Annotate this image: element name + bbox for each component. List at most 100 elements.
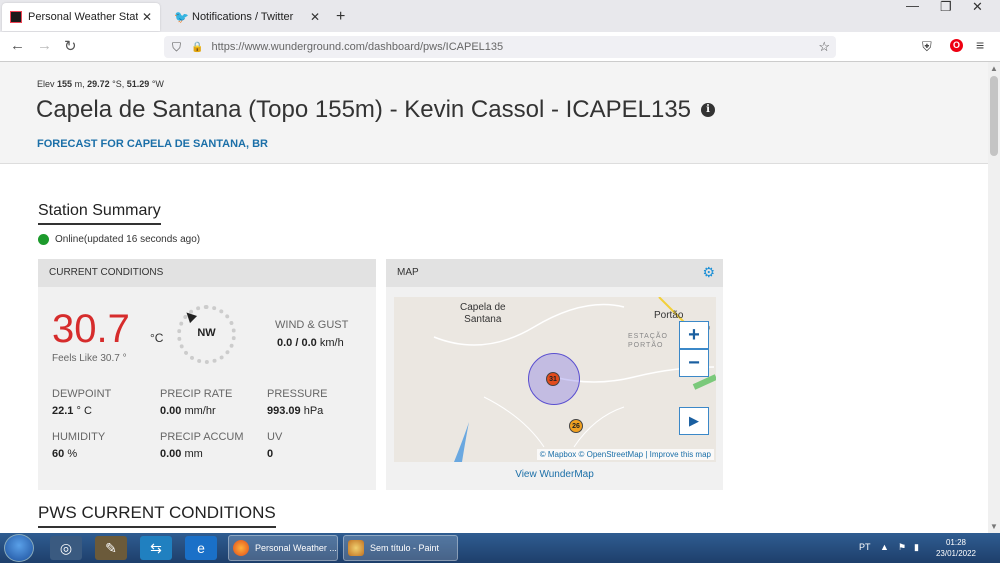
lon-value: 51.29 — [126, 79, 150, 89]
lock-icon[interactable]: 🔒 — [191, 42, 203, 53]
zoom-in-button[interactable]: + — [679, 321, 709, 349]
temperature-value: 30.7 — [52, 307, 130, 351]
humidity-value: 60 % — [52, 448, 77, 460]
wind-gust-label: WIND & GUST — [275, 319, 349, 331]
tray-signal-icon[interactable]: ▮ — [914, 542, 919, 553]
feels-like: Feels Like 30.7 ° — [52, 353, 127, 364]
reload-icon[interactable]: ↻ — [64, 37, 77, 55]
firefox-icon — [233, 540, 249, 556]
nearby-temp-marker[interactable]: 26 — [569, 419, 583, 433]
taskbar-pen-icon[interactable]: ✎ — [95, 536, 127, 560]
wind-compass: NW — [177, 305, 236, 364]
map-area-label: ESTAÇÃO PORTÃO — [628, 333, 668, 349]
dewpoint-value: 22.1 ° C — [52, 405, 92, 417]
taskbar-app-icon[interactable]: ◎ — [50, 536, 82, 560]
twitter-bird-icon: 🐦 — [174, 10, 189, 24]
uv-value: 0 — [267, 448, 273, 460]
precip-accum-unit: mm — [184, 448, 203, 460]
taskbar-teamviewer-icon[interactable]: ⇆ — [140, 536, 172, 560]
pressure-number: 993.09 — [267, 405, 301, 417]
dewpoint-unit: ° C — [76, 405, 92, 417]
tab-label: Personal Weather Station Dashb — [28, 11, 138, 23]
pocket-icon[interactable]: ⛨ — [922, 39, 932, 55]
online-status-dot-icon — [38, 234, 49, 245]
lon-unit: °W — [151, 79, 164, 89]
precip-rate-number: 0.00 — [160, 405, 182, 417]
compass-needle-icon — [182, 308, 198, 324]
map-attribution[interactable]: © Mapbox © OpenStreetMap | Improve this … — [536, 449, 714, 460]
uv-number: 0 — [267, 448, 274, 460]
clock-date: 23/01/2022 — [935, 549, 977, 558]
tab-twitter[interactable]: 🐦 Notifications / Twitter ✕ — [166, 3, 328, 31]
tab-close-icon[interactable]: ✕ — [142, 10, 152, 24]
close-window-button[interactable]: ✕ — [972, 0, 983, 15]
humidity-number: 60 — [52, 448, 65, 460]
bookmark-star-icon[interactable]: ☆ — [818, 39, 830, 55]
page-scrollbar[interactable]: ▲ ▼ — [988, 62, 1000, 533]
tab-weather-station[interactable]: Personal Weather Station Dashb ✕ — [2, 3, 160, 31]
scroll-down-icon[interactable]: ▼ — [990, 522, 998, 531]
wunderground-favicon-icon — [10, 11, 22, 23]
precip-accum-label: PRECIP ACCUM — [160, 431, 244, 443]
station-title: Capela de Santana (Topo 155m) - Kevin Ca… — [36, 96, 716, 124]
url-text[interactable]: https://www.wunderground.com/dashboard/p… — [211, 41, 503, 53]
view-wundermap-link[interactable]: View WunderMap — [386, 469, 723, 480]
precip-rate-value: 0.00 mm/hr — [160, 405, 216, 417]
back-arrow-icon[interactable]: ← — [10, 37, 25, 54]
browser-nav-bar: ← → ↻ ⛉ 🔒 https://www.wunderground.com/d… — [0, 32, 1000, 62]
dewpoint-label: DEWPOINT — [52, 388, 112, 400]
taskbar-paint-task[interactable]: Sem título - Paint — [343, 535, 458, 561]
precip-accum-number: 0.00 — [160, 448, 182, 460]
humidity-label: HUMIDITY — [52, 431, 106, 443]
gear-icon[interactable]: ⚙ — [702, 264, 715, 281]
play-animation-button[interactable]: ▶ — [679, 407, 709, 435]
taskbar-firefox-task[interactable]: Personal Weather ... — [228, 535, 338, 561]
new-tab-button[interactable]: + — [336, 8, 345, 26]
pressure-label: PRESSURE — [267, 388, 328, 400]
minimize-button[interactable]: — — [906, 0, 919, 13]
menu-hamburger-icon[interactable]: ≡ — [976, 37, 984, 53]
language-indicator[interactable]: PT — [859, 542, 871, 552]
wundermap-view[interactable]: Capela de Santana Portão ESTAÇÃO PORTÃO … — [394, 297, 716, 462]
tab-close-icon[interactable]: ✕ — [310, 10, 320, 24]
elev-value: 155 — [57, 79, 73, 89]
address-bar[interactable]: ⛉ 🔒 https://www.wunderground.com/dashboa… — [164, 36, 836, 58]
precip-accum-value: 0.00 mm — [160, 448, 203, 460]
station-temp-marker[interactable]: 31 — [546, 372, 560, 386]
station-coordinates: Elev 155 m, 29.72 °S, 51.29 °W — [37, 79, 164, 89]
precip-rate-label: PRECIP RATE — [160, 388, 233, 400]
lat-value: 29.72 — [87, 79, 110, 89]
wind-speed: 0.0 — [277, 337, 293, 349]
dewpoint-number: 22.1 — [52, 405, 74, 417]
opera-icon[interactable]: O — [950, 39, 963, 52]
station-header: Elev 155 m, 29.72 °S, 51.29 °W Capela de… — [0, 62, 988, 164]
start-button[interactable] — [4, 534, 34, 562]
station-title-text: Capela de Santana (Topo 155m) - Kevin Ca… — [36, 96, 692, 123]
info-icon[interactable]: i — [701, 103, 716, 117]
station-summary-title: Station Summary — [38, 202, 161, 225]
scroll-up-icon[interactable]: ▲ — [990, 64, 998, 73]
wind-gust-value: 0.0 / 0.0 km/h — [277, 337, 344, 349]
taskbar-task-label: Personal Weather ... — [255, 543, 337, 553]
zoom-out-button[interactable]: − — [679, 349, 709, 377]
forward-arrow-icon[interactable]: → — [37, 37, 52, 54]
paint-icon — [348, 540, 364, 556]
map-town-capela: Capela de Santana — [460, 302, 506, 326]
taskbar-clock[interactable]: 01:28 23/01/2022 — [934, 537, 978, 559]
tracking-shield-icon[interactable]: ⛉ — [172, 40, 181, 55]
tray-expand-icon[interactable]: ▲ — [880, 542, 889, 552]
restore-button[interactable]: ❐ — [940, 0, 952, 15]
wind-direction: NW — [197, 327, 216, 339]
taskbar-ie-icon[interactable]: e — [185, 536, 217, 560]
current-conditions-heading: CURRENT CONDITIONS — [38, 259, 376, 287]
current-conditions-card: CURRENT CONDITIONS 30.7 °C Feels Like 30… — [38, 259, 376, 490]
scroll-thumb[interactable] — [990, 76, 998, 156]
clock-time: 01:28 — [945, 538, 967, 547]
precip-rate-unit: mm/hr — [184, 405, 216, 417]
forecast-link[interactable]: FORECAST FOR CAPELA DE SANTANA, BR — [37, 138, 268, 150]
elev-unit: m, — [74, 79, 85, 89]
elev-label: Elev — [37, 79, 55, 89]
tray-network-icon[interactable]: ⚑ — [898, 542, 906, 553]
humidity-unit: % — [67, 448, 78, 460]
online-status: Online(updated 16 seconds ago) — [38, 234, 200, 245]
